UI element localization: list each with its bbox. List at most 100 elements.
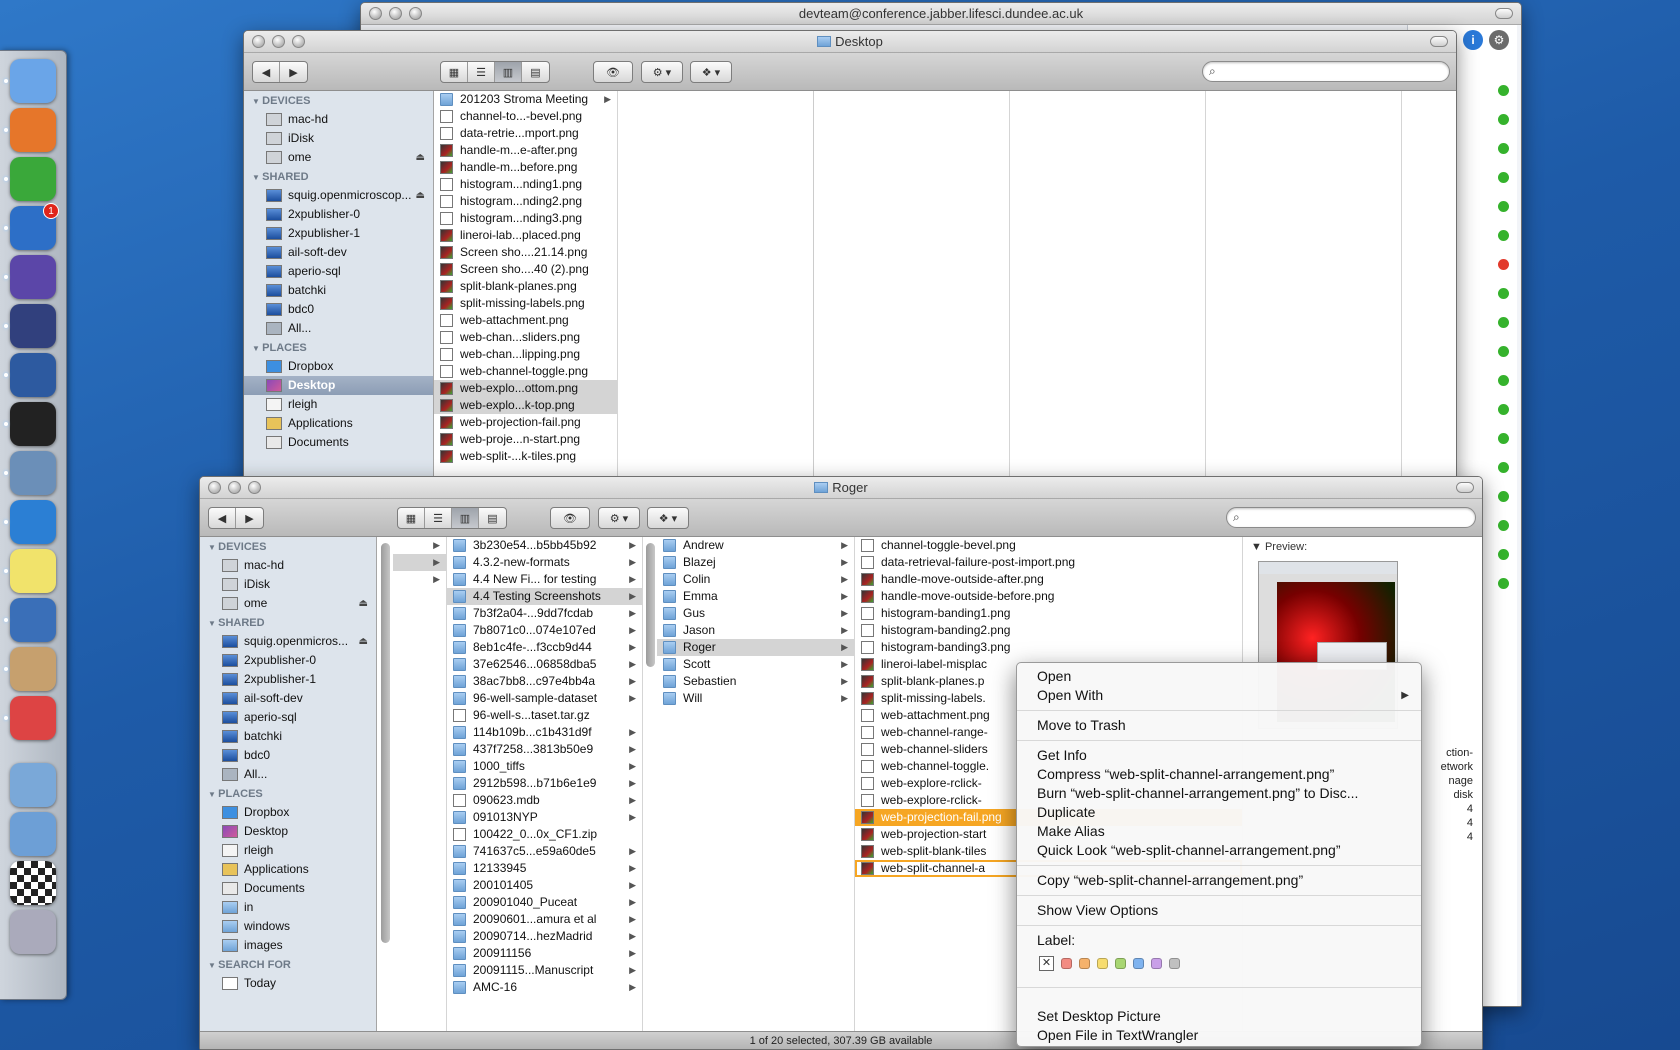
- quick-look-button[interactable]: 👁: [550, 507, 590, 529]
- list-item[interactable]: web-explo...k-top.png: [434, 397, 617, 414]
- list-item[interactable]: split-missing-labels.png: [434, 295, 617, 312]
- dropbox-button[interactable]: ❖ ▾: [690, 61, 732, 83]
- documents-stack-icon[interactable]: [10, 812, 56, 856]
- list-item[interactable]: 1000_tiffs ▶: [447, 758, 642, 775]
- menu-item-make-alias[interactable]: Make Alias: [1017, 822, 1421, 841]
- list-item[interactable]: Colin ▶: [657, 571, 854, 588]
- label-color-swatch[interactable]: [1133, 957, 1144, 969]
- back-forward-buttons[interactable]: ◀ ▶: [208, 507, 264, 529]
- thunderbird-icon[interactable]: 1: [10, 203, 59, 250]
- list-item[interactable]: histogram-banding1.png: [855, 605, 1242, 622]
- sidebar-item[interactable]: 2xpublisher-1: [244, 224, 433, 243]
- sidebar-item[interactable]: 2xpublisher-1: [200, 670, 376, 689]
- list-item[interactable]: 2912b598...b71b6e1e9 ▶: [447, 775, 642, 792]
- back-forward-buttons[interactable]: ◀ ▶: [252, 61, 308, 83]
- list-item[interactable]: channel-to...-bevel.png: [434, 108, 617, 125]
- sidebar-item[interactable]: batchki: [244, 281, 433, 300]
- sidebar-section-devices[interactable]: DEVICES: [244, 91, 433, 110]
- sidebar-item[interactable]: iDisk: [200, 575, 376, 594]
- list-item[interactable]: AMC-16 ▶: [447, 979, 642, 996]
- roger-titlebar[interactable]: Roger: [200, 477, 1482, 499]
- list-item[interactable]: data-retrieval-failure-post-import.png: [855, 554, 1242, 571]
- sidebar-item[interactable]: aperio-sql: [244, 262, 433, 281]
- label-color-swatch[interactable]: [1097, 957, 1108, 969]
- list-item[interactable]: Gus ▶: [657, 605, 854, 622]
- list-item[interactable]: 091013NYP ▶: [447, 809, 642, 826]
- sidebar-item[interactable]: rleigh: [200, 841, 376, 860]
- disclosure-triangle-icon[interactable]: ▼: [1251, 541, 1265, 553]
- fiji-icon[interactable]: [10, 353, 56, 397]
- list-item[interactable]: 114b109b...c1b431d9f ▶: [447, 724, 642, 741]
- sidebar-item[interactable]: ome ⏏: [244, 148, 433, 167]
- list-item[interactable]: Jason ▶: [657, 622, 854, 639]
- sidebar-item[interactable]: images: [200, 936, 376, 955]
- sidebar-section-shared[interactable]: SHARED: [244, 167, 433, 186]
- close-button[interactable]: [252, 35, 265, 48]
- firefox-icon[interactable]: [10, 108, 56, 152]
- sidebar-item[interactable]: ail-soft-dev: [200, 689, 376, 708]
- menu-item-burn[interactable]: Burn “web-split-channel-arrangement.png”…: [1017, 784, 1421, 803]
- sidebar-item[interactable]: 2xpublisher-0: [200, 651, 376, 670]
- zoom-button[interactable]: [248, 481, 261, 494]
- back-icon[interactable]: ◀: [253, 62, 280, 82]
- sidebar-item[interactable]: Desktop: [200, 822, 376, 841]
- sidebar-item[interactable]: Applications: [244, 414, 433, 433]
- column-view-icon[interactable]: ▥: [495, 62, 522, 82]
- chat-titlebar[interactable]: devteam@conference.jabber.lifesci.dundee…: [361, 3, 1521, 25]
- list-item[interactable]: 437f7258...3813b50e9 ▶: [447, 741, 642, 758]
- label-color-swatch[interactable]: [1061, 957, 1072, 969]
- sidebar-item[interactable]: rleigh: [244, 395, 433, 414]
- list-item[interactable]: lineroi-lab...placed.png: [434, 227, 617, 244]
- list-item[interactable]: histogram...nding2.png: [434, 193, 617, 210]
- list-view-icon[interactable]: ☰: [425, 508, 452, 528]
- list-item[interactable]: histogram...nding1.png: [434, 176, 617, 193]
- toolbar-toggle[interactable]: [1495, 8, 1513, 19]
- sidebar-item[interactable]: aperio-sql: [200, 708, 376, 727]
- list-item[interactable]: 100422_0...0x_CF1.zip: [447, 826, 642, 843]
- list-view-icon[interactable]: ☰: [468, 62, 495, 82]
- list-item[interactable]: histogram...nding3.png: [434, 210, 617, 227]
- menu-item-open-with[interactable]: Open With ▶: [1017, 686, 1421, 705]
- action-button[interactable]: ⚙ ▾: [598, 507, 640, 529]
- action-button[interactable]: ⚙ ▾: [641, 61, 683, 83]
- toolbar-toggle[interactable]: [1430, 36, 1448, 47]
- sidebar-item[interactable]: All...: [244, 319, 433, 338]
- list-item[interactable]: handle-move-outside-after.png: [855, 571, 1242, 588]
- list-item[interactable]: channel-toggle-bevel.png: [855, 537, 1242, 554]
- eject-icon[interactable]: ⏏: [416, 148, 425, 167]
- list-item[interactable]: ▶: [393, 554, 446, 571]
- list-item[interactable]: split-blank-planes.png: [434, 278, 617, 295]
- menu-item-duplicate[interactable]: Duplicate: [1017, 803, 1421, 822]
- sidebar-item[interactable]: Dropbox: [244, 357, 433, 376]
- forward-icon[interactable]: ▶: [236, 508, 263, 528]
- list-item[interactable]: 3b230e54...b5bb45b92 ▶: [447, 537, 642, 554]
- list-item[interactable]: web-explo...ottom.png: [434, 380, 617, 397]
- close-button[interactable]: [208, 481, 221, 494]
- list-item[interactable]: web-split-...k-tiles.png: [434, 448, 617, 465]
- sidebar-item[interactable]: windows: [200, 917, 376, 936]
- sidebar-scrollbar[interactable]: [381, 543, 390, 943]
- sidebar-item[interactable]: Documents: [244, 433, 433, 452]
- list-item[interactable]: 741637c5...e59a60de5 ▶: [447, 843, 642, 860]
- menu-item-set-desktop-picture[interactable]: Set Desktop Picture: [1017, 1007, 1421, 1026]
- menu-item-quick-look[interactable]: Quick Look “web-split-channel-arrangemen…: [1017, 841, 1421, 860]
- list-item[interactable]: ▶: [393, 571, 446, 588]
- zoom-button[interactable]: [409, 7, 422, 20]
- eclipse-2-icon[interactable]: [10, 304, 56, 348]
- coverflow-view-icon[interactable]: ▤: [479, 508, 506, 528]
- sidebar-item[interactable]: bdc0: [244, 300, 433, 319]
- sidebar-item[interactable]: All...: [200, 765, 376, 784]
- info-icon[interactable]: i: [1463, 30, 1483, 50]
- label-color-swatch[interactable]: [1079, 957, 1090, 969]
- stickies-icon[interactable]: [10, 549, 56, 593]
- list-item[interactable]: Will ▶: [657, 690, 854, 707]
- sidebar-item[interactable]: ail-soft-dev: [244, 243, 433, 262]
- sidebar-section-shared[interactable]: SHARED: [200, 613, 376, 632]
- list-item[interactable]: 96-well-sample-dataset ▶: [447, 690, 642, 707]
- sidebar-item[interactable]: Desktop: [244, 376, 433, 395]
- coverflow-view-icon[interactable]: ▤: [522, 62, 549, 82]
- sidebar-item[interactable]: 2xpublisher-0: [244, 205, 433, 224]
- list-item[interactable]: 200901040_Puceat ▶: [447, 894, 642, 911]
- list-item[interactable]: web-chan...lipping.png: [434, 346, 617, 363]
- back-icon[interactable]: ◀: [209, 508, 236, 528]
